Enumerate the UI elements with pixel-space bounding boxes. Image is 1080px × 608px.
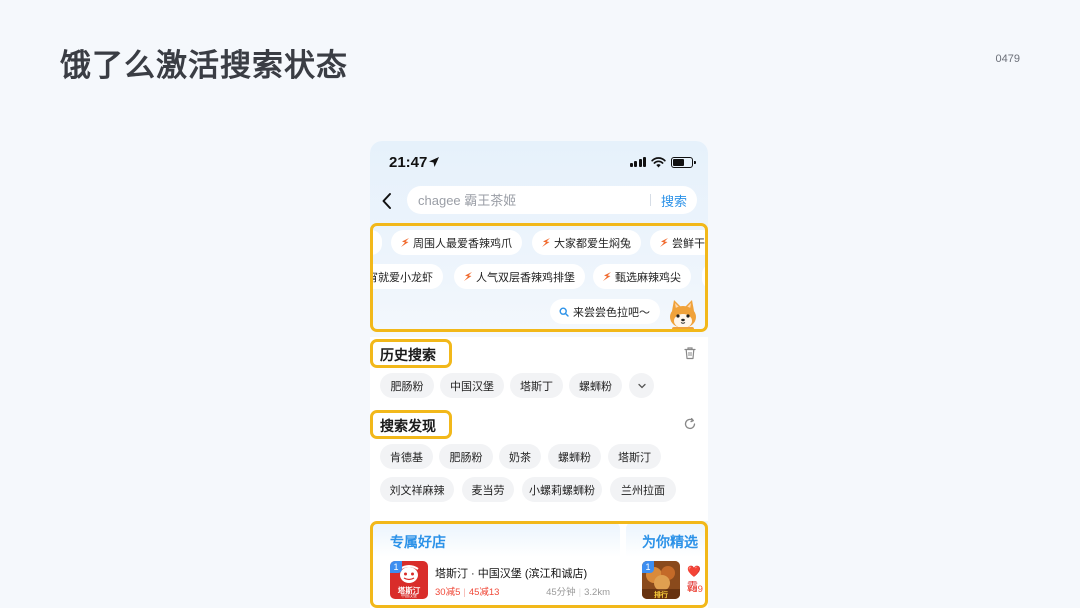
delivery-distance: 3.2km (584, 587, 610, 598)
flame-icon (542, 238, 550, 247)
wifi-icon (651, 156, 666, 167)
search-input[interactable] (407, 186, 650, 214)
promo-tag: 45减13 (468, 587, 500, 598)
discover-tag[interactable]: 刘文祥麻辣 (380, 477, 454, 502)
for-you-title: 为你精选 (642, 534, 698, 550)
shop-logo-subtext: 中国汉堡 (401, 593, 417, 598)
hot-search-label: 人气双层香辣鸡排堡 (476, 271, 575, 284)
hot-search-chip[interactable]: 周围人最爱香辣鸡爪 (391, 230, 522, 255)
discover-tag[interactable]: 奶茶 (499, 444, 541, 469)
food-thumbnail[interactable]: 排行 1 (642, 561, 680, 599)
for-you-card[interactable]: 为你精选 排行 1 ❤️ 霸 ¥19 (626, 521, 708, 608)
promo-tag: 30减5 (435, 587, 461, 598)
back-icon[interactable] (380, 191, 394, 211)
history-tag[interactable]: 肥肠粉 (380, 373, 434, 398)
history-title: 历史搜索 (380, 347, 436, 363)
shop-name[interactable]: 塔斯汀 · 中国汉堡 (滨江和诚店) (435, 565, 587, 581)
discover-title: 搜索发现 (380, 418, 436, 434)
discover-tag[interactable]: 小螺莉螺蛳粉 (522, 477, 602, 502)
hot-search-label: 甄选麻辣鸡尖 (615, 271, 681, 284)
exclusive-shops-card[interactable]: 专属好店 塔斯汀 中国汉堡 1 塔斯汀 · 中国汉堡 (滨江和诚店) 30减5 |… (370, 521, 620, 608)
battery-level (673, 158, 684, 166)
rank-badge: 1 (390, 561, 402, 573)
flame-icon (401, 238, 409, 247)
trash-icon[interactable] (683, 346, 697, 360)
exclusive-shops-title: 专属好店 (390, 534, 446, 550)
history-tag[interactable]: 螺蛳粉 (569, 373, 622, 398)
discover-tag[interactable]: 塔斯汀 (608, 444, 661, 469)
discover-tag[interactable]: 兰州拉面 (610, 477, 676, 502)
discover-tag[interactable]: 螺蛳粉 (548, 444, 601, 469)
hot-search-area: 周围人最爱香辣鸡爪 大家都爱生焖兔 尝鲜干 宵就爱小龙虾 人气双层香辣鸡排堡 甄… (370, 223, 708, 333)
discover-tag[interactable]: 肯德基 (380, 444, 433, 469)
history-tag[interactable]: 塔斯丁 (510, 373, 563, 398)
rank-badge: 1 (642, 561, 654, 573)
history-expand-button[interactable] (629, 373, 654, 398)
delivery-time: 45分钟 (546, 587, 576, 598)
hot-search-label: 大家都爱生焖兔 (554, 237, 631, 250)
hot-search-chip-clipped[interactable] (370, 230, 382, 255)
flame-icon (603, 272, 611, 281)
hot-search-chip[interactable]: 尝鲜干 (650, 230, 708, 255)
food-thumb-label: 排行 (654, 592, 668, 599)
refresh-icon[interactable] (683, 417, 697, 431)
shop-delivery-info: 45分钟 | 3.2km (546, 587, 610, 598)
flame-icon (464, 272, 472, 281)
hot-search-label: 尝鲜干 (672, 237, 705, 250)
shop-logo[interactable]: 塔斯汀 中国汉堡 1 (390, 561, 428, 599)
chevron-down-icon (637, 383, 646, 388)
search-icon (559, 306, 569, 317)
shiba-dog-mascot-icon[interactable] (666, 297, 700, 331)
hot-search-label: 宵就爱小龙虾 (370, 271, 433, 284)
slide-page-number: 0479 (995, 53, 1020, 65)
battery-icon (671, 156, 696, 168)
hot-search-chip[interactable]: 甄选麻辣鸡尖 (593, 264, 691, 289)
hot-search-chip[interactable]: 人气双层香辣鸡排堡 (454, 264, 585, 289)
hot-search-label: 周围人最爱香辣鸡爪 (413, 237, 512, 250)
recommend-cards: 专属好店 塔斯汀 中国汉堡 1 塔斯汀 · 中国汉堡 (滨江和诚店) 30减5 |… (370, 521, 708, 608)
hot-search-chip[interactable]: 大家都爱生焖兔 (532, 230, 641, 255)
search-button[interactable]: 搜索 (651, 191, 697, 210)
hot-search-chip-clipped[interactable] (702, 264, 708, 289)
cellular-signal-icon (629, 157, 646, 167)
location-arrow-icon (429, 157, 439, 167)
discover-tag[interactable]: 麦当劳 (462, 477, 514, 502)
hot-search-chip[interactable]: 宵就爱小龙虾 (370, 264, 443, 289)
status-time: 21:47 (389, 154, 428, 171)
discover-tag[interactable]: 肥肠粉 (439, 444, 493, 469)
status-icons (629, 156, 696, 168)
flame-icon (660, 238, 668, 247)
search-prompt-label: 来尝尝色拉吧～ (573, 306, 650, 319)
search-prompt-chip[interactable]: 来尝尝色拉吧～ (550, 299, 660, 324)
status-bar: 21:47 (370, 141, 708, 181)
history-tag[interactable]: 中国汉堡 (440, 373, 504, 398)
shop-promotions: 30减5 | 45减13 (435, 587, 500, 598)
slide-title: 饿了么激活搜索状态 (60, 48, 348, 83)
for-you-price: ¥19 (687, 584, 703, 595)
search-box: 搜索 (407, 186, 697, 214)
phone-screen: 21:47 搜索 周围人最爱香辣鸡爪 (370, 141, 708, 608)
